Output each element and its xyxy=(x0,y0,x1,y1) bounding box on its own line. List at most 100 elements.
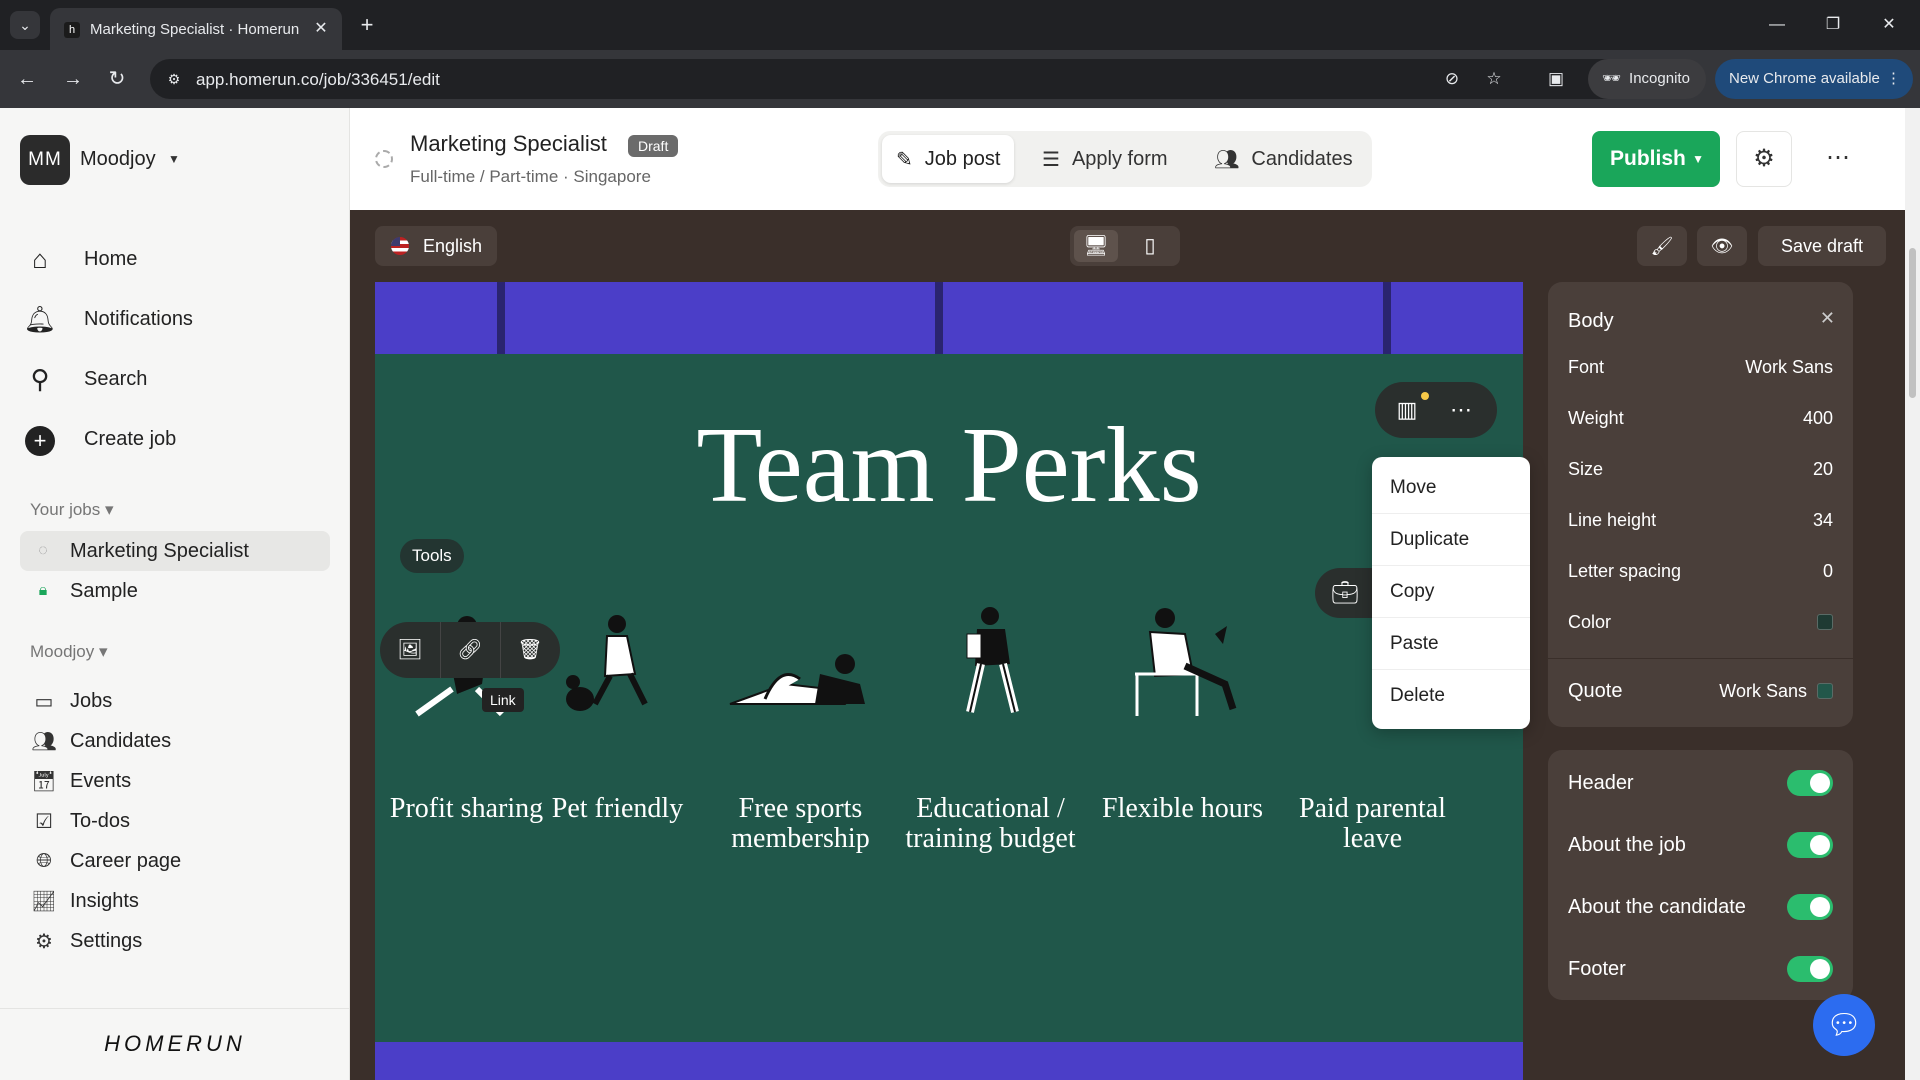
row-label: Font xyxy=(1568,356,1605,377)
bookmark-star-icon[interactable]: ☆ xyxy=(1482,68,1506,90)
search-icon: ⚲ xyxy=(30,364,50,394)
sidebar-item-home[interactable]: ⌂ Home xyxy=(20,236,330,282)
publish-button[interactable]: Publish ▼ xyxy=(1592,131,1720,187)
row-label: Weight xyxy=(1568,407,1624,428)
quote-style-row[interactable]: Quote Work Sans xyxy=(1568,666,1833,716)
sidebar-item-label: Jobs xyxy=(70,689,113,712)
mobile-icon[interactable]: ▯ xyxy=(1128,230,1172,262)
window-close-icon[interactable]: ✕ xyxy=(1866,10,1912,40)
back-arrow-icon[interactable]: ← xyxy=(12,64,42,94)
sidebar-item-todos[interactable]: ☑ To-dos xyxy=(30,804,130,838)
toggle-about-candidate-row[interactable]: About the candidate xyxy=(1568,882,1833,932)
preview-eye-icon[interactable]: 👁︎ xyxy=(1697,226,1747,266)
row-value: 20 xyxy=(1812,458,1833,479)
font-row[interactable]: Font Work Sans xyxy=(1568,342,1833,392)
more-options-icon[interactable]: ⋯ xyxy=(1810,131,1866,187)
org-label[interactable]: Moodjoy ▾ xyxy=(30,642,108,662)
sidebar-job-marketing-specialist[interactable]: ◌ Marketing Specialist xyxy=(20,531,330,571)
language-selector[interactable]: English xyxy=(375,226,497,266)
sidebar-item-candidates[interactable]: 👥︎ Candidates xyxy=(30,724,171,758)
trash-icon[interactable]: 🗑︎ xyxy=(510,630,550,670)
perk-label[interactable]: Free sports membership xyxy=(713,794,888,854)
site-info-icon[interactable]: ⚙ xyxy=(164,69,184,89)
sidebar-item-search[interactable]: ⚲ Search xyxy=(20,356,330,402)
incognito-icon: 🕶 xyxy=(1602,70,1622,87)
url-text[interactable]: app.homerun.co/job/336451/edit xyxy=(196,70,440,90)
incognito-indicator[interactable]: 🕶 Incognito xyxy=(1588,59,1706,99)
section-title[interactable]: Team Perks xyxy=(375,404,1523,528)
toggle-header-row[interactable]: Header xyxy=(1568,758,1833,808)
team-perks-section[interactable]: Team Perks ▥ ⋯ 💼︎ Tools 🖼︎ 🔗︎ 🗑︎ Link Pr… xyxy=(375,354,1523,1042)
menu-item-move[interactable]: Move xyxy=(1372,462,1530,514)
address-bar[interactable]: ⚙ app.homerun.co/job/336451/edit ⊘ ☆ xyxy=(150,59,1700,99)
eye-slash-icon[interactable]: ⊘ xyxy=(1440,68,1464,90)
tab-search-chevron-icon[interactable]: ⌄ xyxy=(10,11,40,39)
about-job-toggle[interactable] xyxy=(1787,832,1833,858)
row-value: 400 xyxy=(1802,407,1833,428)
page-scroll-thumb[interactable] xyxy=(1909,248,1916,398)
menu-item-paste[interactable]: Paste xyxy=(1372,618,1530,670)
caret-down-icon[interactable]: ▼ xyxy=(168,152,180,166)
link-icon[interactable]: 🔗︎ xyxy=(450,630,490,670)
sidebar-item-insights[interactable]: 📈︎ Insights xyxy=(30,884,139,918)
menu-item-copy[interactable]: Copy xyxy=(1372,566,1530,618)
workspace-avatar[interactable]: MM xyxy=(20,135,70,185)
line-height-row[interactable]: Line height 34 xyxy=(1568,495,1833,545)
restore-icon[interactable]: ❐ xyxy=(1810,10,1856,40)
size-row[interactable]: Size 20 xyxy=(1568,444,1833,494)
color-swatch[interactable] xyxy=(1817,614,1833,630)
incognito-label: Incognito xyxy=(1629,70,1690,87)
sections-card: Header About the job About the candidate… xyxy=(1548,750,1853,1000)
sidebar-item-jobs[interactable]: ▭ Jobs xyxy=(30,684,113,718)
tab-candidates[interactable]: 👥︎ Candidates xyxy=(1200,135,1367,183)
sidebar-item-notifications[interactable]: 🔔︎ Notifications xyxy=(20,296,330,342)
sidebar-job-sample[interactable]: 🔒︎ Sample xyxy=(20,571,330,611)
briefcase-icon[interactable]: 💼︎ xyxy=(1315,568,1375,618)
color-row[interactable]: Color xyxy=(1568,597,1833,647)
letter-spacing-row[interactable]: Letter spacing 0 xyxy=(1568,546,1833,596)
forward-arrow-icon[interactable]: → xyxy=(58,64,88,94)
brush-icon[interactable]: 🖌︎ xyxy=(1637,226,1687,266)
desktop-icon[interactable]: 🖥︎ xyxy=(1074,230,1118,262)
your-jobs-label[interactable]: Your jobs ▾ xyxy=(30,500,114,520)
row-value: Work Sans xyxy=(1745,356,1833,377)
sidebar-item-events[interactable]: 📅︎ Events xyxy=(30,764,131,798)
about-candidate-toggle[interactable] xyxy=(1787,894,1833,920)
new-chrome-available-button[interactable]: New Chrome available ⋮ xyxy=(1715,59,1913,99)
perk-label[interactable]: Educational / training budget xyxy=(903,794,1078,854)
perk-label[interactable]: Profit sharing xyxy=(379,794,554,824)
perk-label[interactable]: Flexible hours xyxy=(1095,794,1270,824)
body-style-card: Body ✕ Font Work Sans Weight 400 Size 20… xyxy=(1548,282,1853,727)
perk-label[interactable]: Paid parental leave xyxy=(1285,794,1460,854)
toggle-about-job-row[interactable]: About the job xyxy=(1568,820,1833,870)
minimize-icon[interactable]: — xyxy=(1754,10,1800,40)
chat-support-icon[interactable]: 💬︎ xyxy=(1813,994,1875,1056)
sidebar-item-settings[interactable]: ⚙ Settings xyxy=(30,924,142,958)
side-panel-icon[interactable]: ▣ xyxy=(1545,64,1567,94)
menu-item-delete[interactable]: Delete xyxy=(1372,670,1530,722)
weight-row[interactable]: Weight 400 xyxy=(1568,393,1833,443)
tab-apply-form[interactable]: ☰ Apply form xyxy=(1028,135,1182,183)
quote-color-swatch[interactable] xyxy=(1817,683,1833,699)
language-label: English xyxy=(423,236,483,256)
job-settings-gear-icon[interactable]: ⚙ xyxy=(1736,131,1792,187)
reload-icon[interactable]: ↻ xyxy=(102,64,132,94)
toggle-footer-row[interactable]: Footer xyxy=(1568,944,1833,994)
close-icon[interactable]: ✕ xyxy=(1820,308,1835,329)
sidebar-item-career-page[interactable]: 🌐︎ Career page xyxy=(30,844,181,878)
menu-item-duplicate[interactable]: Duplicate xyxy=(1372,514,1530,566)
tab-job-post[interactable]: ✎ Job post xyxy=(882,135,1015,183)
tools-chip[interactable]: Tools xyxy=(400,539,464,573)
new-tab-plus-icon[interactable]: + xyxy=(353,11,381,39)
workspace-name[interactable]: Moodjoy xyxy=(80,148,156,171)
sidebar-item-create-job[interactable]: + Create job xyxy=(20,416,330,462)
block-more-icon[interactable]: ⋯ xyxy=(1441,390,1481,430)
save-draft-button[interactable]: Save draft xyxy=(1758,226,1886,266)
browser-tab[interactable]: h Marketing Specialist · Homerun ✕ xyxy=(50,8,342,50)
tab-close-icon[interactable]: ✕ xyxy=(310,18,332,40)
page-scrollbar[interactable] xyxy=(1905,108,1920,1080)
perk-label[interactable]: Pet friendly xyxy=(530,794,705,824)
replace-image-icon[interactable]: 🖼︎ xyxy=(390,630,430,670)
footer-toggle[interactable] xyxy=(1787,956,1833,982)
header-toggle[interactable] xyxy=(1787,770,1833,796)
